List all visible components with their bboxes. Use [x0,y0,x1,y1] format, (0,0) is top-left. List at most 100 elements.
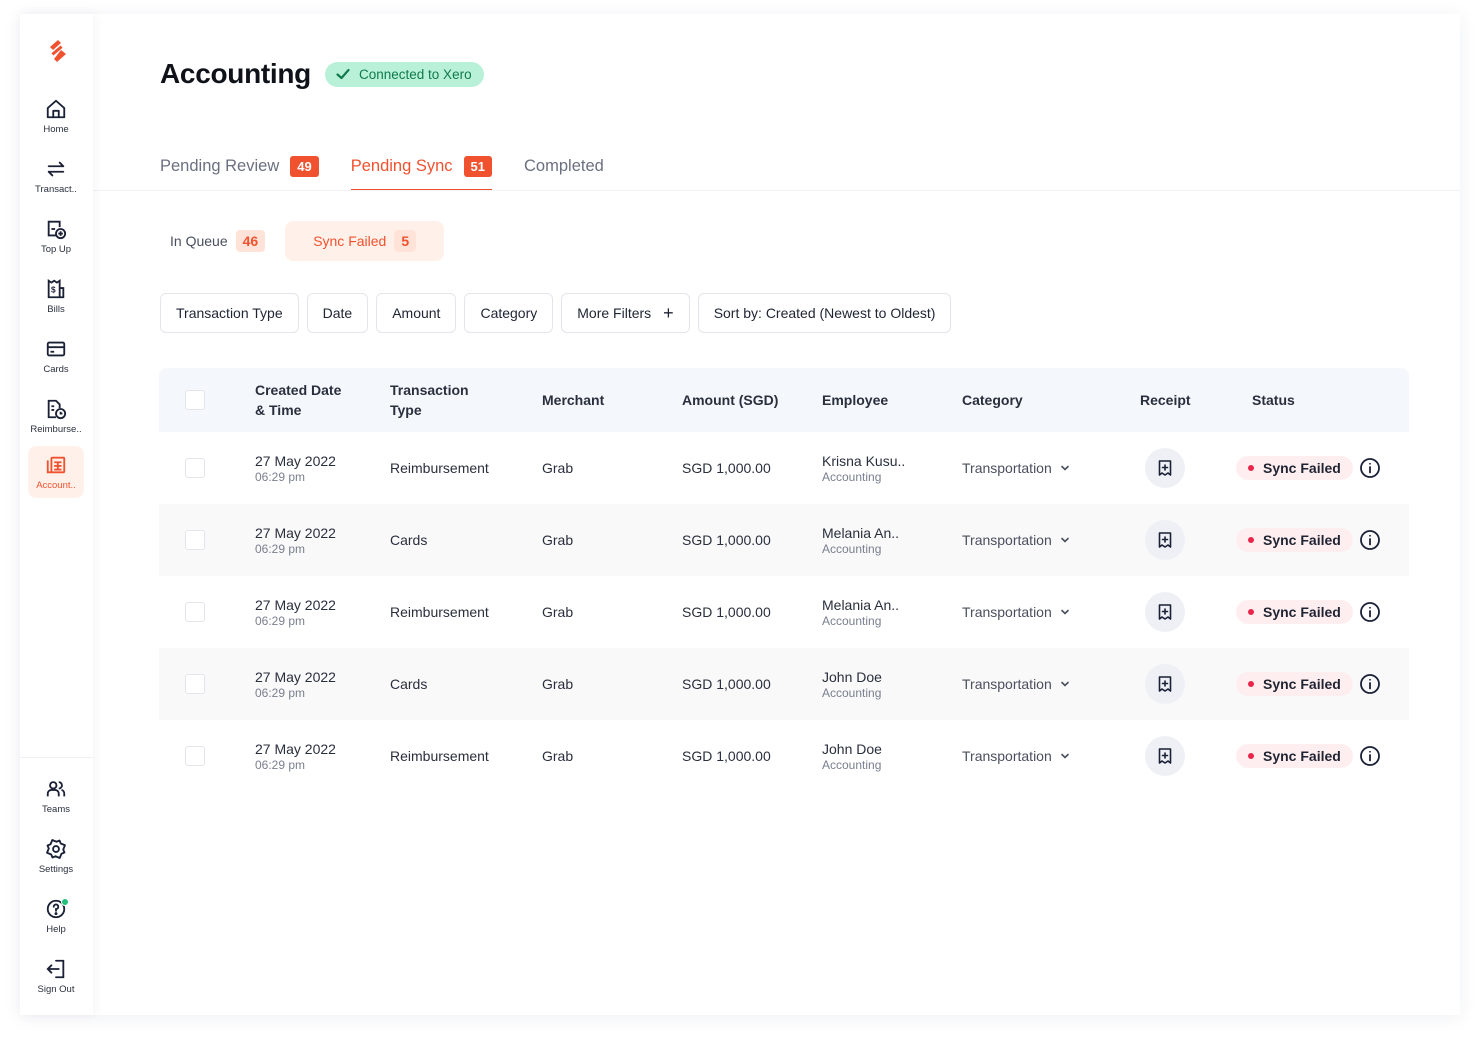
subtab-count-badge: 5 [394,230,417,252]
transaction-type-cell: Cards [390,532,428,548]
employee-cell: Krisna Kusu.. Accounting [822,432,905,504]
row-checkbox[interactable] [185,602,205,622]
employee-cell: Melania An.. Accounting [822,576,899,648]
subtab-in-queue[interactable]: In Queue 46 [160,221,275,261]
add-receipt-button[interactable] [1145,520,1185,560]
row-checkbox[interactable] [185,746,205,766]
tab-count-badge: 51 [463,155,493,177]
add-receipt-button[interactable] [1145,664,1185,704]
transaction-type-cell: Reimbursement [390,604,489,620]
row-checkbox[interactable] [185,530,205,550]
category-dropdown[interactable]: Transportation [962,676,1070,692]
add-receipt-button[interactable] [1145,592,1185,632]
add-receipt-button[interactable] [1145,736,1185,776]
chevron-down-icon [1060,753,1069,759]
created-date: 27 May 2022 [255,740,336,757]
tab-pending-sync[interactable]: Pending Sync 51 [350,142,493,191]
filter-date-button[interactable]: Date [306,293,369,333]
employee-department: Accounting [822,757,882,772]
category-dropdown[interactable]: Transportation [962,604,1070,620]
sidebar-item-label: Sign Out [37,984,75,995]
sidebar-item-settings[interactable]: Settings [28,834,84,884]
column-header-category[interactable]: Category [962,368,1023,432]
column-header-receipt[interactable]: Receipt [1140,368,1191,432]
select-all-checkbox[interactable] [185,390,205,410]
filter-category-button[interactable]: Category [464,293,554,333]
info-icon[interactable] [1359,601,1381,623]
column-header-status[interactable]: Status [1252,368,1295,432]
table-row[interactable]: 27 May 2022 06:29 pm Reimbursement Grab … [159,720,1409,792]
receipt-add-icon [1158,460,1172,476]
filter-transaction-type-button[interactable]: Transaction Type [160,293,299,333]
table-row[interactable]: 27 May 2022 06:29 pm Reimbursement Grab … [159,432,1409,504]
receipt-add-icon [1158,676,1172,692]
category-dropdown[interactable]: Transportation [962,460,1070,476]
notification-dot [61,898,69,906]
created-time: 06:29 pm [255,685,306,700]
category-value: Transportation [962,460,1052,476]
more-filters-button[interactable]: More Filters + [561,293,690,333]
sidebar-item-reimbursements[interactable]: Reimburse.. [28,394,84,444]
employee-name: John Doe [822,740,882,757]
info-icon[interactable] [1359,745,1381,767]
sort-button[interactable]: Sort by: Created (Newest to Oldest) [697,293,952,333]
category-value: Transportation [962,676,1052,692]
info-icon[interactable] [1359,457,1381,479]
tab-label: Completed [524,156,604,175]
table-row[interactable]: 27 May 2022 06:29 pm Cards Grab SGD 1,00… [159,504,1409,576]
sidebar-item-label: Top Up [40,244,72,255]
category-dropdown[interactable]: Transportation [962,532,1070,548]
table-row[interactable]: 27 May 2022 06:29 pm Cards Grab SGD 1,00… [159,648,1409,720]
status-badge: Sync Failed [1236,600,1353,624]
sidebar-item-top-up[interactable]: Top Up [28,214,84,264]
info-icon[interactable] [1359,673,1381,695]
sidebar-item-accounting[interactable]: Account.. [28,446,84,498]
table-row[interactable]: 27 May 2022 06:29 pm Reimbursement Grab … [159,576,1409,648]
row-checkbox[interactable] [185,674,205,694]
transaction-type-cell: Reimbursement [390,748,489,764]
plus-icon: + [663,303,674,323]
tab-completed[interactable]: Completed [524,142,604,190]
receipt-dollar-icon: $ [47,279,65,299]
column-header-text: Type [390,402,422,418]
created-time: 06:29 pm [255,757,306,772]
chevron-down-icon [1060,681,1069,687]
sidebar-item-transactions[interactable]: Transact.. [28,154,84,204]
subtab-label: Sync Failed [313,233,387,249]
employee-department: Accounting [822,469,882,484]
sidebar-item-label: Help [46,924,66,935]
status-label: Sync Failed [1263,604,1341,620]
sidebar-item-label: Bills [47,304,65,315]
filter-amount-button[interactable]: Amount [376,293,457,333]
chevron-down-icon [1060,609,1069,615]
sidebar-item-bills[interactable]: $ Bills [28,274,84,324]
subtab-sync-failed[interactable]: Sync Failed 5 [285,221,445,261]
column-header-text: Transaction [390,382,469,398]
filter-bar: Transaction Type Date Amount Category Mo… [160,293,952,333]
sidebar-item-sign-out[interactable]: Sign Out [28,954,84,1004]
tab-pending-review[interactable]: Pending Review 49 [160,142,319,190]
status-badge: Sync Failed [1236,672,1353,696]
column-header-merchant[interactable]: Merchant [542,368,604,432]
created-date: 27 May 2022 [255,668,336,685]
created-date: 27 May 2022 [255,524,336,541]
column-header-created[interactable]: Created Date & Time [255,368,341,432]
column-header-text: & Time [255,402,302,418]
category-dropdown[interactable]: Transportation [962,748,1070,764]
column-header-amount[interactable]: Amount (SGD) [682,368,778,432]
sidebar-item-teams[interactable]: Teams [28,774,84,824]
employee-name: John Doe [822,668,882,685]
brand-logo-icon[interactable] [44,38,70,64]
amount-cell: SGD 1,000.00 [682,604,771,620]
created-cell: 27 May 2022 06:29 pm [255,432,336,504]
add-receipt-button[interactable] [1145,448,1185,488]
sidebar-item-help[interactable]: Help [28,894,84,944]
column-header-employee[interactable]: Employee [822,368,888,432]
info-icon[interactable] [1359,529,1381,551]
gear-icon [46,839,66,859]
status-badge: Sync Failed [1236,456,1353,480]
sidebar-item-home[interactable]: Home [28,94,84,144]
sidebar-item-cards[interactable]: Cards [28,334,84,384]
column-header-transaction-type[interactable]: Transaction Type [390,368,469,432]
row-checkbox[interactable] [185,458,205,478]
